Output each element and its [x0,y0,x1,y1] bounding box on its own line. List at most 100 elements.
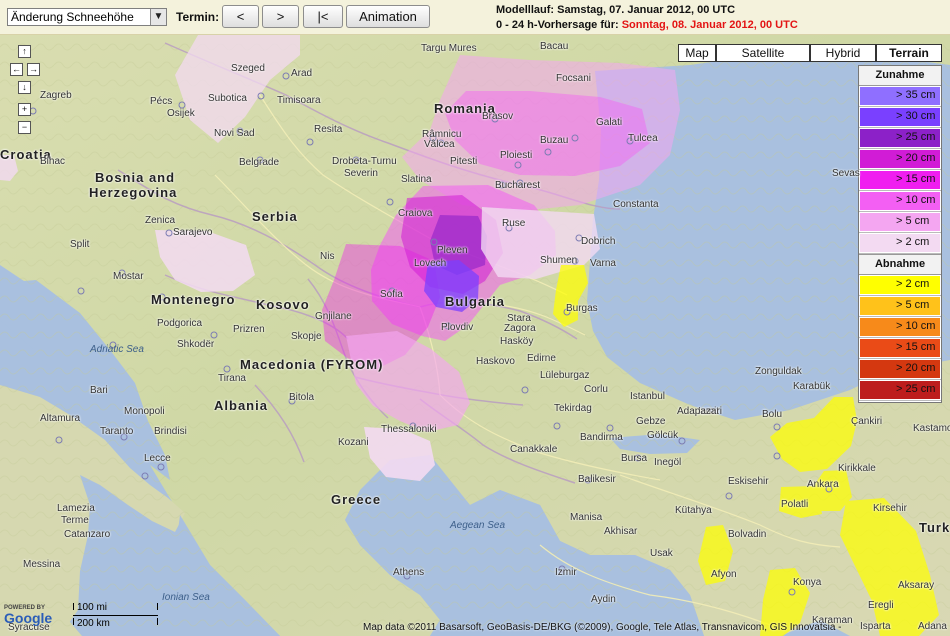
forecast-date: Sonntag, 08. Januar 2012, 00 UTC [621,19,798,31]
animation-button[interactable]: Animation [346,5,430,28]
country-label: Montenegro [151,292,236,307]
legend-decrease-row: > 2 cm [859,275,941,296]
place-label: Lovech [414,258,447,269]
place-label: Belgrade [239,157,280,168]
parameter-select-value: Änderung Schneehöhe [11,10,134,24]
map-type-terrain[interactable]: Terrain [876,44,942,62]
legend-decrease-label: > 10 cm [896,320,936,332]
place-label: Burgas [566,303,598,314]
place-label: Messina [23,559,61,570]
place-label: Brasov [482,111,514,122]
place-label: Kastamonu [913,423,950,434]
country-label: Kosovo [256,297,310,312]
legend-increase-row: > 25 cm [859,128,941,149]
place-label: Haskovo [476,356,515,367]
place-label: Kütahya [675,505,712,516]
place-label: Kirsehir [873,503,907,514]
place-label: Konya [793,577,822,588]
legend-decrease-label: > 5 cm [896,299,930,311]
legend-increase-label: > 10 cm [896,194,936,206]
place-label: Lecce [144,453,171,464]
map-type-satellite[interactable]: Satellite [716,44,810,62]
prev-button[interactable]: < [222,5,259,28]
place-label: Sevas [832,168,860,179]
place-label: Ruse [502,218,526,229]
zoom-out-icon[interactable]: − [18,121,31,134]
place-label: Slatina [401,174,432,185]
place-label: Timisoara [277,95,321,106]
scale-tick [73,618,74,625]
place-label: Inegöl [654,457,682,468]
toolbar: Änderung Schneehöhe ▼ Termin: < > |< Ani… [0,0,950,35]
pan-left-icon[interactable]: ← [10,63,23,76]
model-run-text: Modelllauf: Samstag, 07. Januar 2012, 00… [496,4,736,16]
place-label: Terme [61,515,89,526]
legend-increase-label: > 2 cm [896,236,930,248]
pan-right-icon[interactable]: → [27,63,40,76]
place-label: Eregli [868,600,894,611]
legend-increase-row: > 35 cm [859,86,941,107]
zoom-in-icon[interactable]: + [18,103,31,116]
country-label: Herzegovina [89,185,178,200]
place-label: Tirana [218,373,246,384]
place-label: Bacau [540,41,569,52]
legend-decrease-label: > 25 cm [896,383,936,395]
place-label: Istanbul [630,391,666,402]
place-label: Constanta [613,199,659,210]
legend-increase-title: Zunahme [859,66,941,86]
place-label: Akhisar [604,526,638,537]
place-label: Bandirma [580,432,623,443]
place-label: Buzau [540,135,569,146]
place-label: Pleven [437,245,468,256]
place-label: Severin [344,168,378,179]
place-label: Craiova [398,208,433,219]
place-label: Athens [393,567,425,578]
map-type-hybrid[interactable]: Hybrid [810,44,876,62]
place-label: Monopoli [124,406,165,417]
place-label: Thessaloniki [381,424,437,435]
legend-decrease-row: > 15 cm [859,338,941,359]
legend-decrease-row: > 10 cm [859,317,941,338]
legend-decrease-row: > 5 cm [859,296,941,317]
place-label: Usak [650,548,673,559]
place-label: Adana [918,621,947,632]
place-label: Manisa [570,512,603,523]
place-label: Kirikkale [838,463,876,474]
place-label: Zagreb [40,90,72,101]
next-button[interactable]: > [262,5,299,28]
place-label: Bolu [762,409,783,420]
place-label: Galati [596,117,623,128]
place-label: Sarajevo [173,227,213,238]
map-type-map[interactable]: Map [678,44,716,62]
scale-tick [157,618,158,625]
legend-increase-row: > 10 cm [859,191,941,212]
place-label: Taranto [100,426,134,437]
scale-line [73,615,158,616]
place-label: Shumen [540,255,578,266]
legend-decrease-list: > 2 cm > 5 cm > 10 cm > 15 cm > 20 cm > 25 cm [859,275,941,401]
place-label: Zagora [504,323,536,334]
parameter-select[interactable]: Änderung Schneehöhe ▼ [7,8,167,26]
country-label: Bosnia and [95,170,176,185]
scale-tick [73,603,74,610]
place-label: Ankara [807,479,839,490]
snow-change-legend: Zunahme > 35 cm > 30 cm > 25 cm > 20 cm > 15… [858,65,942,403]
pan-down-icon[interactable]: ↓ [18,81,31,94]
sea-label: Ionian Sea [162,592,210,603]
first-button[interactable]: |< [303,5,343,28]
chevron-down-icon[interactable]: ▼ [150,9,166,25]
place-label: Dobrich [581,236,616,247]
place-label: Zenica [145,215,176,226]
country-label: Serbia [252,209,298,224]
place-label: Karabük [793,381,831,392]
legend-increase-row: > 15 cm [859,170,941,191]
pan-up-icon[interactable]: ↑ [18,45,31,58]
place-label: Edirne [527,353,556,364]
google-logo[interactable]: POWERED BY Google [4,605,64,633]
place-label: Plovdiv [441,322,474,333]
google-wordmark: Google [4,610,53,626]
place-label: Tulcea [628,133,658,144]
termin-label: Termin: [176,10,220,24]
legend-decrease-row: > 25 cm [859,380,941,401]
terrain-map[interactable]: ↑ ← → ↓ + − Map Satellite Hybrid Terrain… [0,35,950,636]
